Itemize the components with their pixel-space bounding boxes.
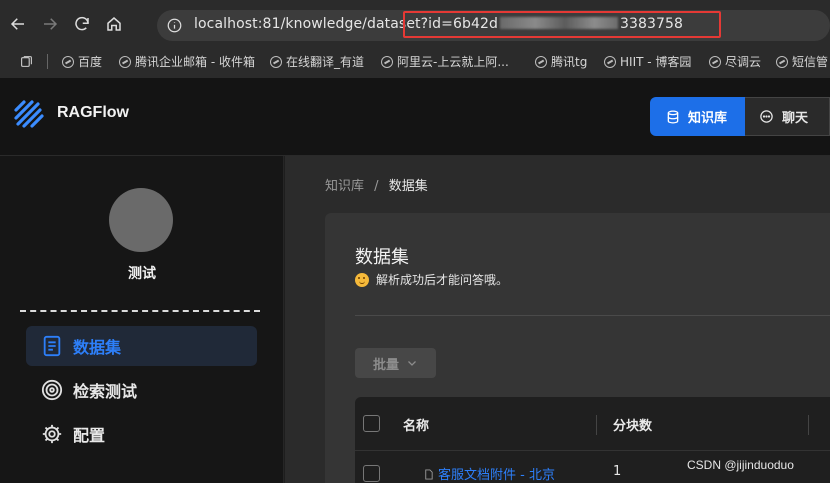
file-icon [425, 469, 433, 480]
sidebar-item-label: 配置 [73, 426, 106, 445]
bookmark-label: 腾讯企业邮箱 - 收件箱 [135, 55, 255, 69]
bulk-button-label: 批量 [372, 357, 399, 373]
database-icon [667, 110, 679, 123]
nav-chat-button[interactable]: 聊天 [745, 97, 830, 136]
bookmark-item[interactable]: HIIT - 博客园 [604, 53, 691, 70]
home-icon[interactable] [100, 10, 128, 38]
app-header: RAGFlow 知识库 聊天 [0, 78, 830, 156]
bookmark-label: 百度 [78, 55, 103, 69]
bookmark-item[interactable]: 阿里云-上云就上阿... [381, 53, 509, 70]
browser-chrome: localhost:81/knowledge/dataset?id=6b42d 3… [0, 0, 830, 78]
parse-tip-text: 解析成功后才能问答哦。 [376, 273, 509, 287]
bookmark-item[interactable]: 百度 [62, 53, 102, 70]
kb-name: 测试 [128, 266, 156, 282]
sidebar-item-settings[interactable]: 配置 [26, 414, 257, 454]
apps-icon[interactable] [20, 55, 33, 68]
app-name: RAGFlow [57, 104, 129, 121]
column-separator [596, 415, 597, 435]
globe-icon [535, 55, 547, 68]
dataset-card: 数据集 解析成功后才能问答哦。 批量 名称 分块数 客服文档附件 - 北京 1 [325, 213, 830, 483]
info-icon[interactable] [167, 18, 182, 33]
bookmark-item[interactable]: 腾讯tg [535, 53, 587, 70]
chevron-down-icon [408, 361, 416, 366]
column-separator [808, 415, 809, 435]
main-content: 知识库 / 数据集 数据集 解析成功后才能问答哦。 批量 名称 分块数 客服文档… [285, 156, 830, 483]
bookmark-label: 短信管 [792, 55, 829, 69]
parse-tip: 解析成功后才能问答哦。 [355, 271, 508, 288]
globe-icon [119, 55, 131, 68]
reload-icon[interactable] [68, 10, 96, 38]
bookmark-label: 尽调云 [725, 55, 762, 69]
nav-chat-label: 聊天 [782, 111, 809, 126]
nav-knowledge-label: 知识库 [688, 111, 728, 126]
breadcrumb: 知识库 / 数据集 [325, 175, 428, 194]
bookmark-item[interactable]: 尽调云 [709, 53, 761, 70]
url-host: localhost:81/knowledge/dataset [194, 16, 421, 32]
globe-icon [381, 55, 393, 68]
table-row-name[interactable]: 客服文档附件 - 北京 [423, 464, 555, 483]
bookmarks-bar: 百度 腾讯企业邮箱 - 收件箱 在线翻译_有道 阿里云-上云就上阿... 腾讯t… [0, 50, 830, 74]
bookmark-label: 腾讯tg [551, 55, 588, 69]
document-icon [43, 335, 61, 357]
page-title: 数据集 [355, 247, 409, 268]
sidebar-item-dataset[interactable]: 数据集 [26, 326, 257, 366]
card-divider [355, 315, 830, 316]
sidebar-item-retrieval-test[interactable]: 检索测试 [26, 370, 257, 410]
back-icon[interactable] [4, 10, 32, 38]
globe-icon [709, 55, 721, 68]
gear-icon [42, 424, 62, 444]
bookmark-label: 阿里云-上云就上阿... [397, 55, 509, 69]
nav-knowledge-button[interactable]: 知识库 [650, 97, 745, 136]
bookmark-item[interactable]: 腾讯企业邮箱 - 收件箱 [119, 53, 255, 70]
globe-icon [776, 55, 788, 68]
url-highlight-box [403, 11, 721, 38]
bookmark-item[interactable]: 短信管 [776, 53, 828, 70]
bookmark-label: HIIT - 博客园 [620, 55, 692, 69]
column-header-name[interactable]: 名称 [403, 415, 429, 434]
watermark: CSDN @jijinduoduo [687, 458, 794, 472]
globe-icon [604, 55, 616, 68]
chat-icon [760, 110, 773, 123]
table-row-chunks: 1 [613, 464, 622, 479]
target-icon [41, 379, 63, 401]
bulk-button[interactable]: 批量 [355, 348, 436, 378]
breadcrumb-root[interactable]: 知识库 [325, 179, 364, 194]
sidebar-item-label: 检索测试 [73, 382, 138, 401]
forward-icon[interactable] [36, 10, 64, 38]
breadcrumb-separator: / [374, 179, 379, 194]
globe-icon [62, 55, 74, 68]
select-all-checkbox[interactable] [363, 415, 380, 432]
table-header: 名称 分块数 [355, 397, 830, 451]
sidebar-item-label: 数据集 [73, 338, 122, 357]
bookmark-item[interactable]: 在线翻译_有道 [270, 53, 364, 70]
sidebar: 测试 数据集 检索测试 配置 [0, 156, 284, 483]
ragflow-logo-icon[interactable] [12, 96, 46, 130]
smile-emoji-icon [355, 272, 369, 287]
row-checkbox[interactable] [363, 465, 380, 482]
globe-icon [270, 55, 282, 68]
sidebar-divider [20, 310, 260, 312]
bookmarks-separator [47, 54, 48, 69]
breadcrumb-current: 数据集 [388, 179, 428, 194]
column-header-chunks[interactable]: 分块数 [613, 415, 652, 434]
kb-avatar [109, 188, 173, 252]
bookmark-label: 在线翻译_有道 [286, 55, 365, 69]
row-name-text: 客服文档附件 - 北京 [438, 468, 555, 483]
